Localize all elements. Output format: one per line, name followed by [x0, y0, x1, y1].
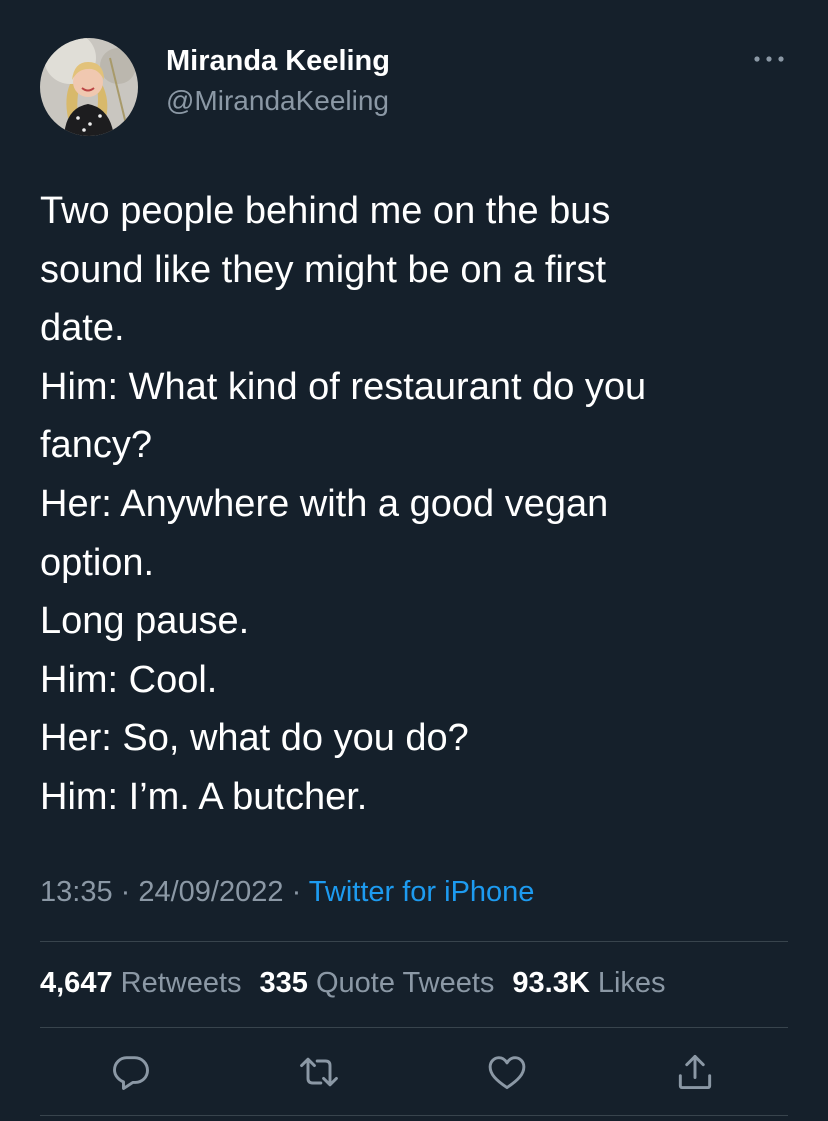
- tweet-source[interactable]: Twitter for iPhone: [309, 876, 535, 908]
- likes-stat[interactable]: 93.3K Likes: [512, 967, 665, 999]
- tweet-line: Her: So, what do you do?: [40, 717, 469, 760]
- retweet-icon[interactable]: [297, 1050, 341, 1094]
- quotes-label: Quote Tweets: [315, 967, 495, 999]
- tweet-line: Him: Cool.: [40, 658, 218, 701]
- tweet-line: sound like they might be on a first: [40, 248, 607, 291]
- tweet-line: fancy?: [40, 424, 152, 467]
- divider: [40, 1115, 788, 1116]
- meta-separator: ·: [283, 876, 309, 908]
- divider: [40, 941, 788, 942]
- tweet-line: option.: [40, 541, 155, 584]
- tweet-line: Two people behind me on the bus: [40, 190, 611, 232]
- more-options-icon[interactable]: [752, 52, 786, 66]
- tweet-stats: 4,647 Retweets 335 Quote Tweets 93.3K Like…: [40, 963, 666, 1003]
- avatar[interactable]: [40, 38, 138, 136]
- tweet-line: Long pause.: [40, 600, 250, 643]
- retweets-label: Retweets: [120, 967, 242, 999]
- divider: [40, 1027, 788, 1028]
- tweet-text: Two people behind me on the bus sound li…: [40, 182, 800, 827]
- tweet-line: Him: What kind of restaurant do you: [40, 365, 647, 408]
- likes-count: 93.3K: [512, 967, 590, 999]
- avatar-photo: [40, 38, 138, 136]
- meta-separator: ·: [112, 876, 139, 908]
- like-icon[interactable]: [485, 1050, 529, 1094]
- reply-icon[interactable]: [109, 1050, 153, 1094]
- author-handle[interactable]: @MirandaKeeling: [166, 83, 389, 119]
- retweets-count: 4,647: [40, 967, 113, 999]
- quotes-count: 335: [259, 967, 308, 999]
- retweets-stat[interactable]: 4,647 Retweets: [40, 967, 242, 999]
- tweet-line: date.: [40, 307, 125, 350]
- tweet-line: Her: Anywhere with a good vegan: [40, 482, 609, 525]
- tweet-time[interactable]: 13:35: [40, 876, 113, 908]
- tweet-date[interactable]: 24/09/2022: [138, 876, 283, 908]
- likes-label: Likes: [597, 967, 666, 999]
- author-name[interactable]: Miranda Keeling: [166, 42, 390, 80]
- quotes-stat[interactable]: 335 Quote Tweets: [260, 967, 495, 999]
- tweet-meta: 13:35 · 24/09/2022 · Twitter for iPhone: [40, 872, 534, 912]
- tweet-line: Him: I’m. A butcher.: [40, 775, 368, 818]
- share-icon[interactable]: [673, 1050, 717, 1094]
